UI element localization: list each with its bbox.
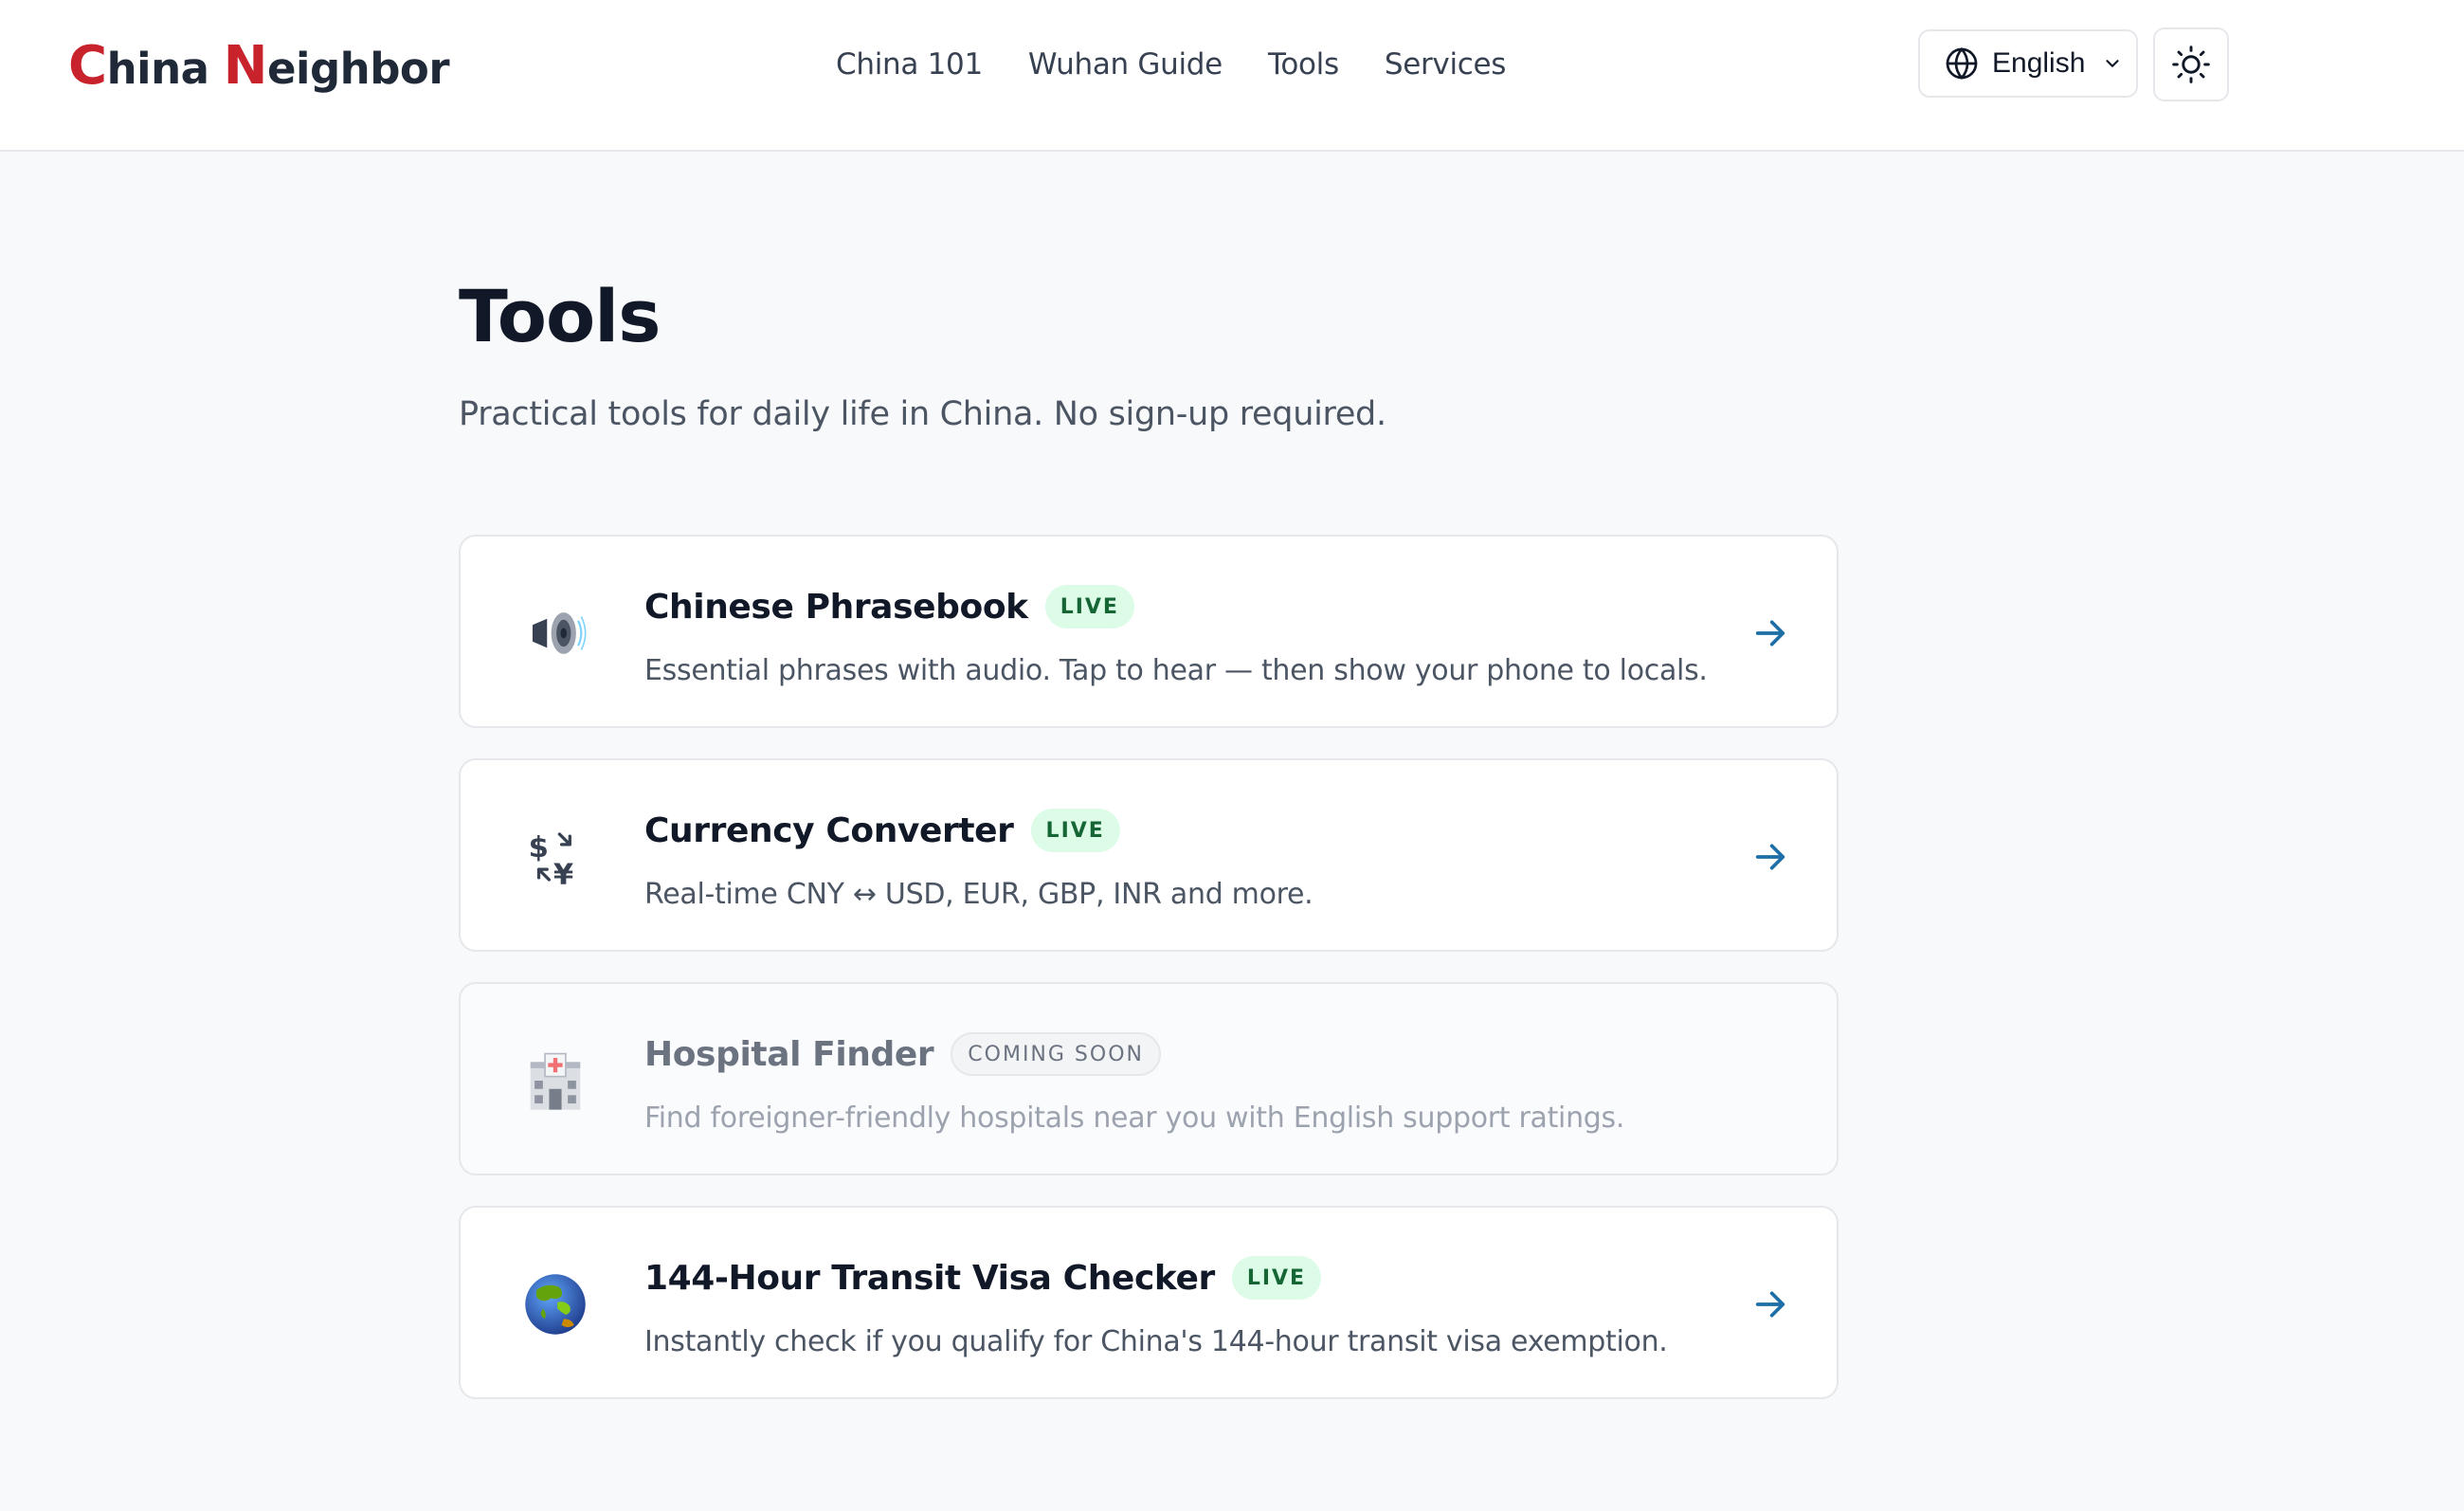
arrow-right-icon[interactable] — [1751, 614, 1789, 652]
status-badge: LIVE — [1231, 1256, 1322, 1300]
tool-card-transit-visa-checker[interactable]: 144-Hour Transit Visa Checker LIVE Insta… — [459, 1206, 1839, 1399]
site-logo[interactable]: China Neighbor — [68, 35, 450, 100]
tool-title-row: Currency Converter LIVE — [644, 804, 1120, 857]
nav-link-wuhan-guide[interactable]: Wuhan Guide — [1028, 47, 1223, 82]
main-nav: China 101 Wuhan Guide Tools Services — [836, 40, 1506, 89]
tool-title-row: Chinese Phrasebook LIVE — [644, 580, 1134, 633]
chevron-down-icon — [2106, 60, 2120, 67]
site-header: China Neighbor China 101 Wuhan Guide Too… — [0, 0, 2464, 152]
tool-card-chinese-phrasebook[interactable]: Chinese Phrasebook LIVE Essential phrase… — [459, 535, 1839, 728]
hospital-icon — [521, 1047, 589, 1115]
sun-icon — [2172, 46, 2210, 83]
tool-title: Chinese Phrasebook — [644, 587, 1028, 627]
language-selected: English — [1992, 47, 2086, 79]
tool-title-row: 144-Hour Transit Visa Checker LIVE — [644, 1251, 1322, 1304]
globe-icon — [1946, 47, 1978, 80]
page-title: Tools — [459, 274, 661, 358]
arrow-right-icon[interactable] — [1751, 838, 1789, 876]
tool-title: Currency Converter — [644, 810, 1014, 850]
tool-card-currency-converter[interactable]: $ ¥ Currency Converter LIVE Real-time CN… — [459, 758, 1839, 952]
currency-exchange-icon: $ ¥ — [521, 823, 589, 891]
theme-toggle-button[interactable] — [2153, 27, 2229, 101]
nav-link-tools[interactable]: Tools — [1268, 47, 1339, 82]
svg-text:$: $ — [529, 831, 549, 865]
logo-text-neighbor: eighbor — [267, 44, 450, 94]
tool-description: Instantly check if you qualify for China… — [644, 1325, 1668, 1358]
tool-card-hospital-finder: Hospital Finder COMING SOON Find foreign… — [459, 982, 1839, 1175]
globe-asia-icon — [521, 1270, 589, 1338]
arrow-right-icon[interactable] — [1751, 1285, 1789, 1323]
page-subtitle: Practical tools for daily life in China.… — [459, 395, 1386, 433]
status-badge: LIVE — [1044, 585, 1134, 628]
tool-description: Find foreigner-friendly hospitals near y… — [644, 1101, 1625, 1135]
svg-text:¥: ¥ — [553, 858, 573, 890]
status-badge: COMING SOON — [951, 1032, 1161, 1076]
status-badge: LIVE — [1030, 809, 1120, 852]
logo-text-china: hina — [106, 44, 224, 94]
nav-link-china-101[interactable]: China 101 — [836, 47, 983, 82]
tool-title: 144-Hour Transit Visa Checker — [644, 1258, 1215, 1298]
tool-description: Essential phrases with audio. Tap to hea… — [644, 654, 1708, 687]
speaker-icon — [521, 599, 589, 667]
logo-letter-n: N — [223, 35, 268, 97]
logo-letter-c: C — [68, 35, 107, 97]
tool-description: Real-time CNY ↔ USD, EUR, GBP, INR and m… — [644, 878, 1314, 911]
nav-link-services[interactable]: Services — [1385, 47, 1507, 82]
tool-title: Hospital Finder — [644, 1034, 934, 1074]
language-selector[interactable]: English — [1918, 29, 2138, 98]
tool-title-row: Hospital Finder COMING SOON — [644, 1028, 1161, 1081]
